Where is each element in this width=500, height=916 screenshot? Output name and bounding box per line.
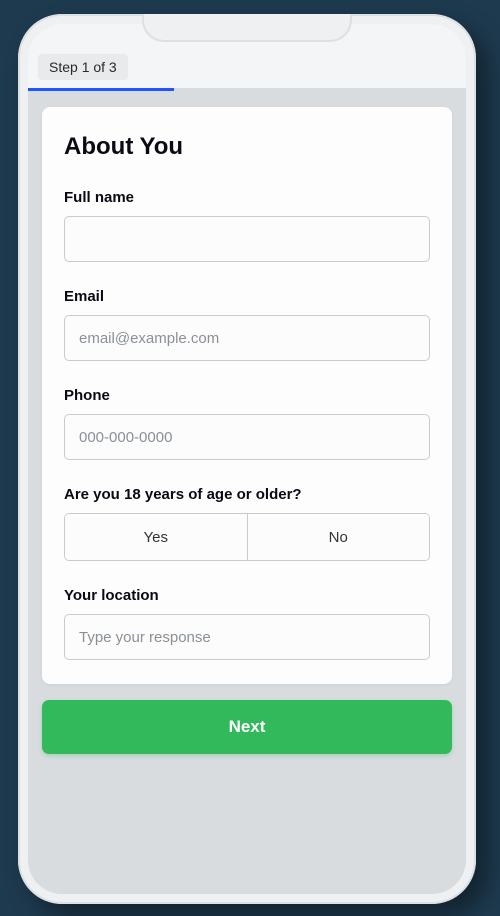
field-age-check: Are you 18 years of age or older? Yes No [64, 486, 430, 561]
phone-label: Phone [64, 387, 430, 404]
next-button[interactable]: Next [42, 700, 452, 754]
field-phone: Phone [64, 387, 430, 460]
full-name-input[interactable] [64, 216, 430, 262]
page-title: About You [64, 133, 430, 161]
age-check-group: Yes No [64, 513, 430, 561]
step-indicator: Step 1 of 3 [38, 54, 128, 80]
age-no-button[interactable]: No [248, 514, 430, 560]
location-input[interactable] [64, 614, 430, 660]
app-screen: Step 1 of 3 About You Full name Email Ph… [28, 24, 466, 894]
email-label: Email [64, 288, 430, 305]
field-full-name: Full name [64, 189, 430, 262]
age-yes-button[interactable]: Yes [65, 514, 248, 560]
phone-input[interactable] [64, 414, 430, 460]
location-label: Your location [64, 587, 430, 604]
age-check-label: Are you 18 years of age or older? [64, 486, 430, 503]
form-card: About You Full name Email Phone Are you … [42, 107, 452, 684]
phone-notch [142, 14, 352, 42]
full-name-label: Full name [64, 189, 430, 206]
field-email: Email [64, 288, 430, 361]
email-input[interactable] [64, 315, 430, 361]
content-area: About You Full name Email Phone Are you … [28, 91, 466, 894]
field-location: Your location [64, 587, 430, 660]
phone-frame: Step 1 of 3 About You Full name Email Ph… [18, 14, 476, 904]
